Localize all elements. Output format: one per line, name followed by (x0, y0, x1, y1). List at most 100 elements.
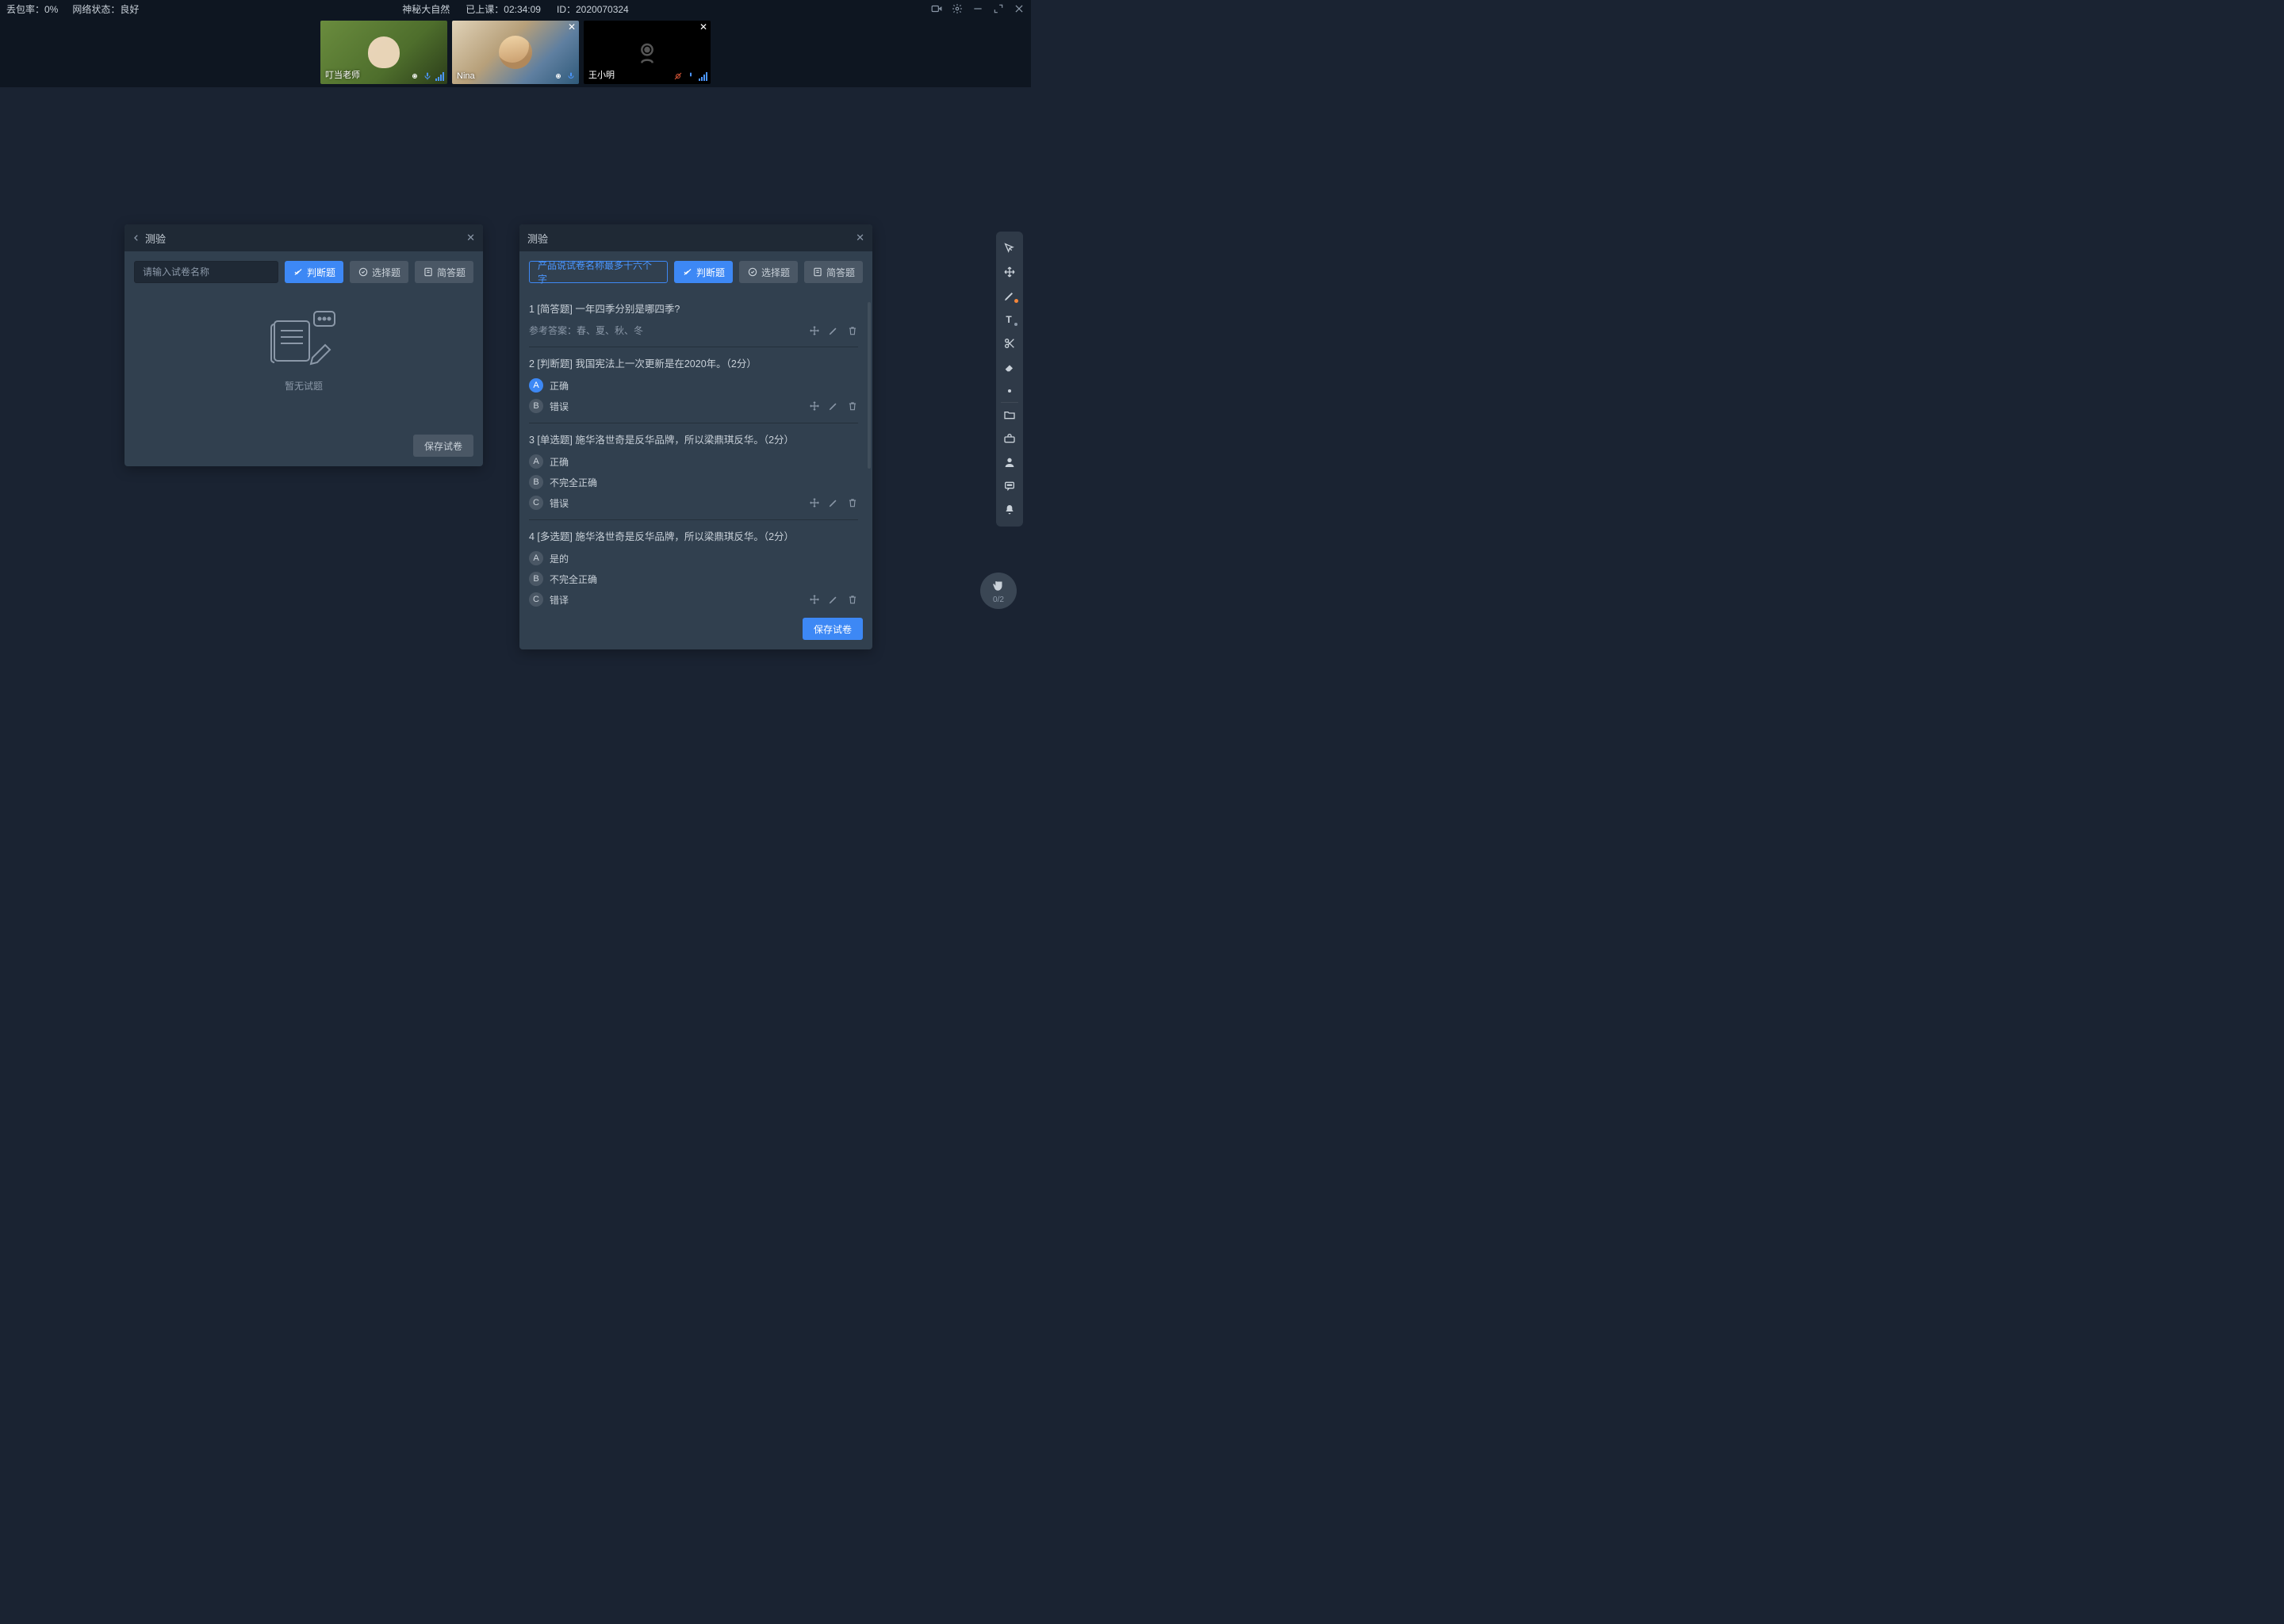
short-answer-button[interactable]: 简答题 (415, 261, 473, 283)
close-panel-icon[interactable]: ✕ (856, 232, 864, 244)
delete-question-icon[interactable] (847, 325, 858, 336)
question-block: 1 [简答题] 一年四季分别是哪四季? 参考答案：春、夏、秋、冬 (529, 293, 858, 347)
video-name: 王小明 (588, 68, 615, 81)
remove-video-icon[interactable]: ✕ (568, 22, 576, 32)
reference-answer: 参考答案：春、夏、秋、冬 (529, 324, 643, 337)
bell-tool[interactable] (996, 498, 1023, 522)
eraser-tool[interactable] (996, 355, 1023, 379)
brightness-tool[interactable] (996, 379, 1023, 403)
option-letter: C (529, 496, 543, 510)
camera-off-status-icon (673, 71, 683, 81)
judge-label: 判断题 (307, 266, 335, 279)
choice-question-button[interactable]: 选择题 (739, 261, 798, 283)
camera-switch-icon[interactable] (931, 3, 942, 14)
quiz-name-input[interactable] (134, 261, 278, 283)
quiz-panel-empty: 测验 ✕ 判断题 选择题 简答题 (125, 224, 483, 466)
option-label: 是的 (550, 552, 569, 565)
hand-icon (991, 578, 1006, 595)
question-title: 1 [简答题] 一年四季分别是哪四季? (529, 301, 858, 316)
edit-question-icon[interactable] (828, 497, 839, 508)
short-icon (423, 266, 434, 278)
back-chevron-icon[interactable] (132, 234, 140, 242)
panel-header: 测验 ✕ (519, 224, 872, 251)
option-label: 正确 (550, 379, 569, 393)
pen-tool[interactable] (996, 284, 1023, 308)
option-letter: C (529, 592, 543, 607)
scissors-tool[interactable] (996, 331, 1023, 355)
short-answer-button[interactable]: 简答题 (804, 261, 863, 283)
close-panel-icon[interactable]: ✕ (466, 232, 475, 244)
folder-tool[interactable] (996, 403, 1023, 427)
question-option[interactable]: B不完全正确 (529, 475, 858, 489)
choice-label: 选择题 (372, 266, 400, 279)
move-question-icon[interactable] (809, 325, 820, 336)
question-title: 4 [多选题] 施华洛世奇是反华品牌，所以梁鼎琪反华。（2分） (529, 528, 858, 543)
panel-title: 测验 (527, 231, 548, 246)
scrollbar[interactable] (868, 302, 871, 469)
video-tile-teacher[interactable]: 叮当老师 (320, 21, 447, 84)
video-tile-student-1[interactable]: ✕ Nina (452, 21, 579, 84)
edit-question-icon[interactable] (828, 400, 839, 412)
question-option[interactable]: C 错误 (529, 496, 858, 510)
move-tool[interactable] (996, 260, 1023, 284)
question-option[interactable]: C错译 (529, 592, 858, 607)
delete-question-icon[interactable] (847, 400, 858, 412)
question-option[interactable]: B错误 (529, 399, 858, 413)
move-question-icon[interactable] (809, 497, 820, 508)
short-icon (812, 266, 823, 278)
edit-question-icon[interactable] (828, 594, 839, 605)
move-question-icon[interactable] (809, 594, 820, 605)
option-letter: A (529, 454, 543, 469)
svg-text:T: T (1006, 314, 1012, 325)
hand-raise-badge[interactable]: 0/2 (980, 573, 1017, 609)
question-title: 3 [单选题] 施华洛世奇是反华品牌，所以梁鼎琪反华。（2分） (529, 431, 858, 446)
mic-on-icon (423, 71, 432, 81)
delete-question-icon[interactable] (847, 594, 858, 605)
chat-tool[interactable] (996, 474, 1023, 498)
judge-question-button[interactable]: 判断题 (674, 261, 733, 283)
quiz-name-field[interactable]: 产品说试卷名称最多十六个字 (529, 261, 668, 283)
toolbox-tool[interactable] (996, 427, 1023, 450)
maximize-icon[interactable] (993, 3, 1004, 14)
option-label: 正确 (550, 455, 569, 469)
question-title: 2 [判断题] 我国宪法上一次更新是在2020年。（2分） (529, 355, 858, 370)
settings-icon[interactable] (952, 3, 963, 14)
network-status: 网络状态：良好 (72, 2, 139, 16)
close-window-icon[interactable] (1014, 3, 1025, 14)
question-block: 4 [多选题] 施华洛世奇是反华品牌，所以梁鼎琪反华。（2分） A 是的 B 不完全正确… (529, 520, 858, 608)
judge-question-button[interactable]: 判断题 (285, 261, 343, 283)
option-letter: A (529, 551, 543, 565)
choice-icon (747, 266, 758, 278)
option-label: 错误 (550, 496, 569, 510)
move-question-icon[interactable] (809, 400, 820, 412)
option-label: 不完全正确 (550, 573, 597, 586)
class-title: 神秘大自然 (402, 2, 450, 16)
save-quiz-button[interactable]: 保存试卷 (803, 618, 863, 640)
right-toolbar: T (996, 232, 1023, 527)
option-letter: B (529, 572, 543, 586)
choice-question-button[interactable]: 选择题 (350, 261, 408, 283)
question-option[interactable]: A正确 (529, 378, 858, 393)
short-label: 简答题 (437, 266, 466, 279)
mic-on-icon (686, 71, 696, 81)
empty-state: 暂无试题 (134, 293, 473, 417)
video-tile-student-2[interactable]: ✕ 王小明 (584, 21, 711, 84)
elapsed-time: 已上课：02:34:09 (466, 2, 541, 16)
question-option[interactable]: A 正确 (529, 454, 858, 469)
edit-question-icon[interactable] (828, 325, 839, 336)
option-letter: B (529, 399, 543, 413)
question-option[interactable]: A 是的 (529, 551, 858, 565)
video-name: 叮当老师 (325, 68, 360, 81)
quiz-panel-filled: 测验 ✕ 产品说试卷名称最多十六个字 判断题 选择题 简答题 1 [简答题] 一… (519, 224, 872, 649)
text-tool[interactable]: T (996, 308, 1023, 331)
question-block: 2 [判断题] 我国宪法上一次更新是在2020年。（2分） A正确 B错误 (529, 347, 858, 423)
packet-loss: 丢包率：0% (6, 2, 58, 16)
remove-video-icon[interactable]: ✕ (699, 22, 707, 32)
delete-question-icon[interactable] (847, 497, 858, 508)
person-tool[interactable] (996, 450, 1023, 474)
cursor-tool[interactable] (996, 236, 1023, 260)
save-quiz-button[interactable]: 保存试卷 (413, 435, 473, 457)
empty-illustration-icon (268, 310, 339, 368)
question-option[interactable]: B 不完全正确 (529, 572, 858, 586)
minimize-icon[interactable] (972, 3, 983, 14)
